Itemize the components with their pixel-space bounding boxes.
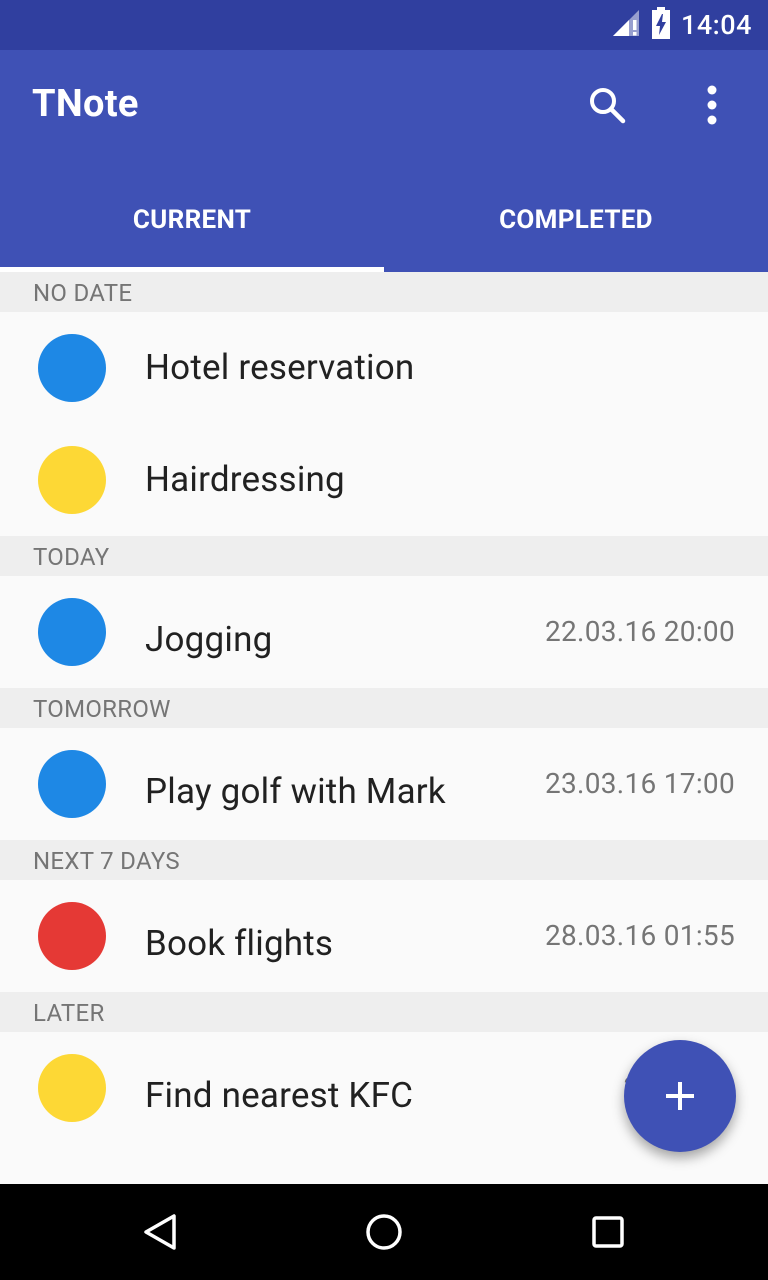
priority-dot bbox=[38, 334, 106, 402]
back-icon bbox=[144, 1214, 176, 1250]
task-row[interactable]: Hotel reservation bbox=[0, 312, 768, 424]
tab-completed-label: COMPLETED bbox=[499, 205, 653, 235]
more-vert-icon bbox=[707, 85, 717, 125]
task-row[interactable]: Play golf with Mark 23.03.16 17:00 bbox=[0, 728, 768, 840]
task-date: 28.03.16 01:55 bbox=[544, 919, 735, 952]
status-icons: 14:04 bbox=[611, 0, 752, 50]
search-icon bbox=[590, 88, 626, 124]
tab-completed[interactable]: COMPLETED bbox=[384, 168, 768, 272]
priority-dot bbox=[38, 902, 106, 970]
battery-charging-icon bbox=[651, 7, 671, 43]
status-bar: 14:04 bbox=[0, 0, 768, 50]
task-title: Hotel reservation bbox=[145, 347, 415, 388]
task-row[interactable]: Book flights 28.03.16 01:55 bbox=[0, 880, 768, 992]
task-row[interactable]: Hairdressing bbox=[0, 424, 768, 536]
search-button[interactable] bbox=[582, 80, 632, 130]
navigation-bar bbox=[0, 1184, 768, 1280]
tab-bar: CURRENT COMPLETED bbox=[0, 168, 768, 272]
task-date: 23.03.16 17:00 bbox=[544, 767, 735, 800]
task-list: NO DATE Hotel reservation Hairdressing T… bbox=[0, 272, 768, 1144]
add-icon bbox=[666, 1082, 694, 1110]
home-icon bbox=[366, 1214, 402, 1250]
section-header-later: LATER bbox=[0, 992, 768, 1032]
section-header-no-date: NO DATE bbox=[0, 272, 768, 312]
task-title: Play golf with Mark bbox=[145, 771, 446, 812]
app-bar: TNote CURRENT COMPLETED bbox=[0, 50, 768, 272]
priority-dot bbox=[38, 750, 106, 818]
priority-dot bbox=[38, 446, 106, 514]
recents-button[interactable] bbox=[584, 1208, 632, 1256]
home-button[interactable] bbox=[360, 1208, 408, 1256]
recents-icon bbox=[592, 1216, 624, 1248]
task-title: Jogging bbox=[145, 619, 273, 660]
priority-dot bbox=[38, 1054, 106, 1122]
back-button[interactable] bbox=[136, 1208, 184, 1256]
section-header-today: TODAY bbox=[0, 536, 768, 576]
task-title: Book flights bbox=[145, 923, 334, 964]
overflow-menu-button[interactable] bbox=[687, 80, 737, 130]
priority-dot bbox=[38, 598, 106, 666]
status-time: 14:04 bbox=[680, 9, 752, 41]
task-date: 22.03.16 20:00 bbox=[544, 615, 735, 648]
tab-current[interactable]: CURRENT bbox=[0, 168, 384, 272]
tab-current-label: CURRENT bbox=[132, 205, 252, 235]
task-title: Find nearest KFC bbox=[145, 1075, 414, 1116]
app-title: TNote bbox=[32, 82, 139, 126]
add-task-fab[interactable] bbox=[624, 1040, 736, 1152]
task-title: Hairdressing bbox=[145, 459, 345, 500]
signal-icon bbox=[611, 8, 641, 42]
task-row[interactable]: Jogging 22.03.16 20:00 bbox=[0, 576, 768, 688]
section-header-tomorrow: TOMORROW bbox=[0, 688, 768, 728]
